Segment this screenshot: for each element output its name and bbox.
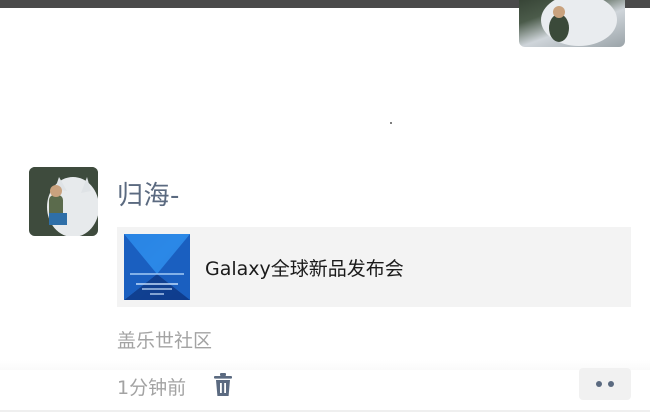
section-shade bbox=[0, 360, 650, 370]
more-options-button[interactable] bbox=[579, 368, 631, 400]
timestamp: 1分钟前 bbox=[117, 377, 187, 399]
avatar-image bbox=[29, 167, 98, 236]
previous-post-avatar[interactable] bbox=[519, 0, 625, 47]
user-avatar[interactable] bbox=[29, 167, 98, 236]
galaxy-event-thumbnail bbox=[124, 234, 190, 300]
bottom-divider bbox=[0, 410, 650, 412]
more-dots-icon bbox=[608, 381, 614, 387]
stray-dot bbox=[390, 122, 392, 124]
delete-button[interactable] bbox=[211, 372, 235, 398]
more-dots-icon bbox=[596, 381, 602, 387]
source-label[interactable]: 盖乐世社区 bbox=[117, 326, 212, 353]
username[interactable]: 归海- bbox=[117, 175, 180, 212]
shared-link-card[interactable]: Galaxy全球新品发布会 bbox=[117, 227, 631, 307]
card-title: Galaxy全球新品发布会 bbox=[205, 258, 404, 280]
avatar-image bbox=[541, 0, 617, 46]
trash-icon bbox=[214, 373, 232, 396]
